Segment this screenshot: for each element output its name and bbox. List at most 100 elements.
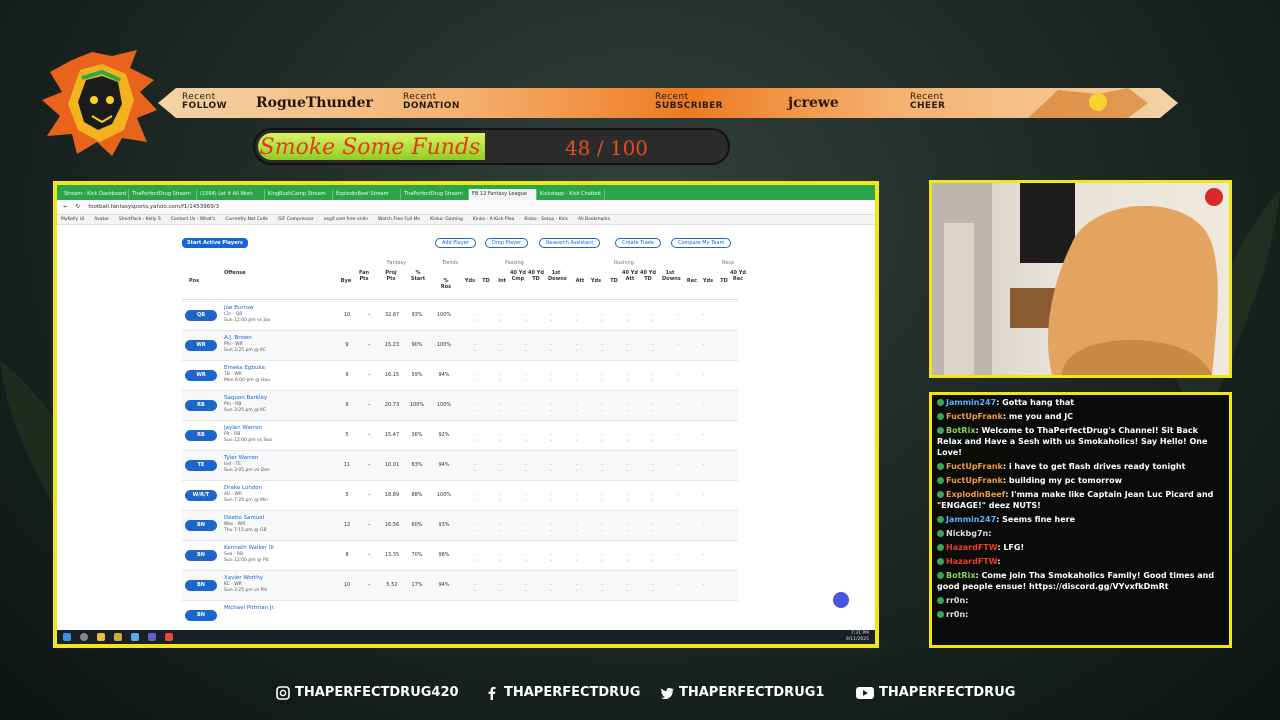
stat-bye: 12: [343, 522, 351, 528]
url-text[interactable]: football.fantasysports.yahoo.com/f1/1453…: [88, 204, 219, 210]
start-icon[interactable]: [63, 633, 71, 641]
player-game: Mon 6:00 pm @ Hou: [224, 378, 271, 383]
table-header-cell: Fan Pts: [358, 270, 370, 282]
chat-username[interactable]: FuctUpFrank: [946, 462, 1003, 471]
table-row: RB Saquon Barkley Phi - RB Sun 3:25 pm @ KC…: [182, 391, 738, 421]
table-header-cell: 40 Yd TD: [528, 270, 544, 282]
chat-username[interactable]: FuctUpFrank: [946, 476, 1003, 485]
browser-tab[interactable]: ThaPerfectDrug Stream: [129, 189, 197, 200]
chat-message: Jammin247: Gotta hang that: [937, 397, 1224, 408]
player-name-link[interactable]: Michael Pittman Jr.: [224, 605, 275, 611]
bookmark-item[interactable]: Kinko - Setup - Kick: [524, 217, 568, 222]
bookmark-item[interactable]: ShortPack - Kelly S: [119, 217, 161, 222]
position-badge[interactable]: QB: [185, 310, 217, 321]
chat-message: FuctUpFrank: me you and JC: [937, 411, 1224, 422]
stat-bye: 5: [345, 432, 349, 438]
back-icon[interactable]: ←: [63, 204, 68, 210]
table-row: RB Jaylen Warren Pit - RB Sun 12:00 pm vs S…: [182, 421, 738, 451]
roster-action-button[interactable]: Research Assistant: [539, 238, 601, 248]
bookmark-item[interactable]: MyKelly UI: [61, 217, 84, 222]
browser-tab[interactable]: ExplodinBeef Stream: [333, 189, 401, 200]
player-name-link[interactable]: Xavier Worthy: [224, 575, 263, 581]
stat-fan: –: [367, 342, 371, 348]
stat-ros: 100%: [436, 492, 452, 498]
player-name-link[interactable]: Deebo Samuel: [224, 515, 264, 521]
position-badge[interactable]: TE: [185, 460, 217, 471]
player-name-link[interactable]: Tyler Warren: [224, 455, 258, 461]
position-badge[interactable]: WR: [185, 340, 217, 351]
roster-action-button[interactable]: Create Trade: [615, 238, 661, 248]
position-badge[interactable]: BN: [185, 580, 217, 591]
bookmark-item[interactable]: Kinko: Gaming: [430, 217, 463, 222]
player-team: Was - WR: [224, 522, 246, 527]
roster-action-button[interactable]: Add Player: [435, 238, 476, 248]
chat-username[interactable]: HazardFTW: [946, 543, 997, 552]
stat-fan: –: [367, 432, 371, 438]
chrome-icon[interactable]: [97, 633, 105, 641]
player-name-link[interactable]: Drake London: [224, 485, 262, 491]
bookmark-item[interactable]: esgif.com free onlin: [324, 217, 368, 222]
bookmark-item[interactable]: Avatar: [94, 217, 109, 222]
position-badge[interactable]: BN: [185, 550, 217, 561]
chat-username[interactable]: ExplodinBeef: [946, 490, 1005, 499]
position-badge[interactable]: BN: [185, 610, 217, 621]
chat-username[interactable]: BotRix: [946, 571, 975, 580]
chat-username[interactable]: rr0n: [946, 610, 965, 619]
player-name-link[interactable]: Saquon Barkley: [224, 395, 267, 401]
chat-username[interactable]: Jammin247: [946, 398, 996, 407]
player-team: Atl - WR: [224, 492, 243, 497]
player-name-link[interactable]: Kenneth Walker III: [224, 545, 274, 551]
obs-icon[interactable]: [165, 633, 173, 641]
roster-action-button[interactable]: Drop Player: [485, 238, 529, 248]
stat-proj: 10.01: [384, 462, 400, 468]
position-badge[interactable]: RB: [185, 400, 217, 411]
bookmark-item[interactable]: Watch Free Full Mo: [378, 217, 420, 222]
app-icon[interactable]: [148, 633, 156, 641]
bookmark-item[interactable]: GIF Compressor: [278, 217, 314, 222]
player-name-link[interactable]: Jaylen Warren: [224, 425, 262, 431]
table-header-cell: TD: [482, 278, 490, 284]
player-team: Sea - RB: [224, 552, 244, 557]
refresh-icon[interactable]: ↻: [76, 204, 81, 210]
chat-text: : Welcome to ThaPerfectDrug's Channel! S…: [937, 426, 1208, 457]
bookmark-item[interactable]: Kinko - A Kick Plea: [473, 217, 514, 222]
chat-username[interactable]: BotRix: [946, 426, 975, 435]
table-row: QB Joe Burrow Cin - QB Sun 12:00 pm vs Jax 1…: [182, 301, 738, 331]
address-bar[interactable]: ← ↻ football.fantasysports.yahoo.com/f1/…: [57, 200, 875, 215]
chat-text: :: [997, 557, 1001, 566]
chat-username[interactable]: Nickbg7n: [946, 529, 988, 538]
folder-icon[interactable]: [114, 633, 122, 641]
browser-tab[interactable]: KingBushCamp Stream: [265, 189, 333, 200]
browser-tab[interactable]: Kickstapp - Kick Chatbot: [537, 189, 605, 200]
position-badge[interactable]: BN: [185, 520, 217, 531]
store-icon[interactable]: [131, 633, 139, 641]
chat-username[interactable]: HazardFTW: [946, 557, 997, 566]
position-badge[interactable]: W/R/T: [185, 490, 217, 501]
bookmark-item[interactable]: Currently Not Colle: [225, 217, 268, 222]
twitter-icon: [660, 687, 674, 700]
player-game: Sun 12:00 pm vs Sea: [224, 438, 272, 443]
chat-username[interactable]: FuctUpFrank: [946, 412, 1003, 421]
stat-fan: –: [367, 522, 371, 528]
browser-tab[interactable]: (1564) Let It All Work: [197, 189, 265, 200]
chat-fab-button[interactable]: [833, 592, 849, 608]
bookmark-item[interactable]: Contact Us - What's: [171, 217, 215, 222]
player-name-link[interactable]: A.J. Brown: [224, 335, 252, 341]
browser-tab[interactable]: Stream - Kick Dashboard: [61, 189, 129, 200]
chat-message: FuctUpFrank: i have to get flash drives …: [937, 461, 1224, 472]
position-badge[interactable]: RB: [185, 430, 217, 441]
player-name-link[interactable]: Emeka Egbuka: [224, 365, 265, 371]
search-icon[interactable]: [80, 633, 88, 641]
table-row: WR Emeka Egbuka TB - WR Mon 6:00 pm @ Hou 9 –…: [182, 361, 738, 391]
browser-tab[interactable]: ThaPerfectDrug Stream: [401, 189, 469, 200]
browser-tab[interactable]: FB 12 Fantasy League: [469, 189, 537, 200]
start-active-players-button[interactable]: Start Active Players: [182, 238, 248, 248]
bookmark-item[interactable]: All Bookmarks: [578, 217, 610, 222]
roster-action-button[interactable]: Compare My Team: [671, 238, 732, 248]
stat-fan: –: [367, 462, 371, 468]
chat-username[interactable]: rr0n: [946, 596, 965, 605]
table-row: TE Tyler Warren Ind - TE Sun 3:05 pm vs Den…: [182, 451, 738, 481]
chat-username[interactable]: Jammin247: [946, 515, 996, 524]
position-badge[interactable]: WR: [185, 370, 217, 381]
player-name-link[interactable]: Joe Burrow: [224, 305, 254, 311]
